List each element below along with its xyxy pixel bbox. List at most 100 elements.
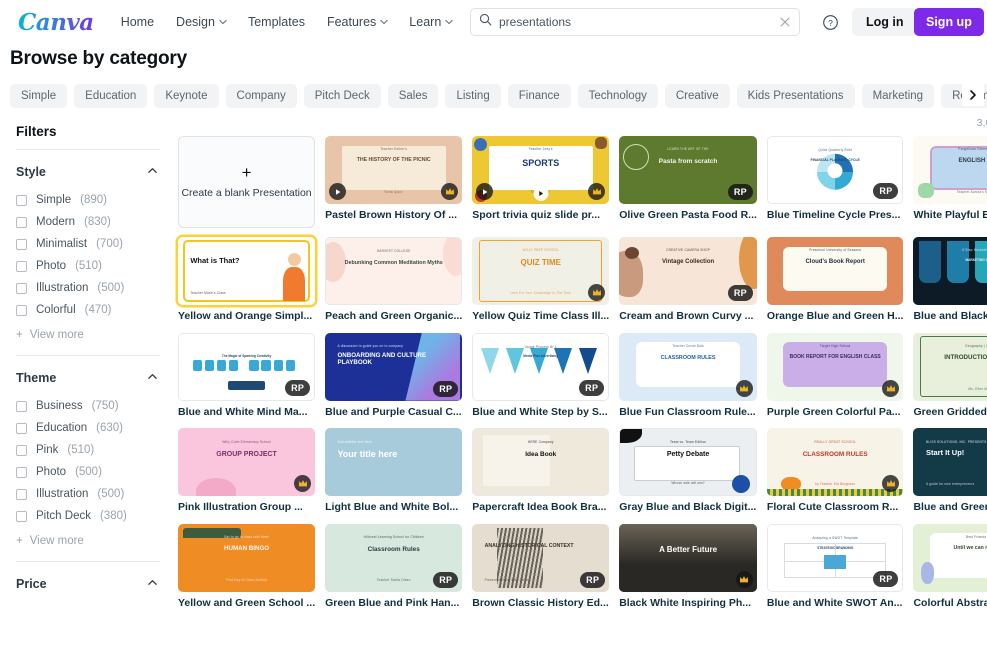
view-more-button[interactable]: +View more (0, 321, 176, 349)
filter-option[interactable]: Business(750) (0, 395, 176, 417)
template-card[interactable]: A discussion to guide you on to companyO… (325, 333, 462, 420)
nav-item-templates[interactable]: Templates (237, 9, 316, 35)
template-thumbnail[interactable]: Quick Quarterly BriefFINANCIAL PLANNING … (767, 136, 904, 204)
template-title[interactable]: Blue and Green Business ... (913, 501, 987, 515)
category-chip[interactable]: Technology (578, 84, 658, 108)
help-icon[interactable]: ? (818, 10, 842, 34)
template-thumbnail[interactable]: CREATIVE CAMERA SHOPVintage CollectionRP (619, 237, 757, 305)
template-title[interactable]: Green Blue and Pink Han... (325, 597, 462, 611)
template-thumbnail[interactable]: Get to go to class task time!HUMAN BINGO… (178, 524, 315, 592)
template-thumbnail[interactable]: Willy Cobb Elementary SchoolGROUP PROJEC… (178, 428, 315, 496)
category-chip[interactable]: Simple (10, 84, 67, 108)
template-thumbnail[interactable]: HERE CompanyIdea Book (472, 428, 609, 496)
checkbox[interactable] (16, 283, 27, 294)
canva-logo[interactable]: Canva (10, 9, 102, 36)
chevron-up-icon[interactable] (147, 575, 158, 593)
category-chip[interactable]: Pitch Deck (304, 84, 381, 108)
signup-button[interactable]: Sign up (914, 8, 984, 36)
template-card[interactable]: Willy Cobb Elementary SchoolGROUP PROJEC… (178, 428, 315, 515)
create-blank-presentation-button[interactable]: +Create a blank Presentation (178, 136, 315, 228)
template-card[interactable]: Pangelinan Elementary SchoolENGLISH CLAS… (913, 136, 987, 228)
filter-option[interactable]: Colorful(470) (0, 299, 176, 321)
template-card[interactable]: REALLY GREAT SCHOOLCLASSROOM RULESby Tea… (767, 428, 904, 515)
checkbox[interactable] (16, 239, 27, 250)
template-card[interactable]: 5 Step Marketing ProcessMARKETING SEMINA… (913, 237, 987, 324)
search-box[interactable] (470, 8, 800, 36)
category-chip[interactable]: Finance (508, 84, 571, 108)
template-card[interactable]: Hillcrest Learning School for ChildrenCl… (325, 524, 462, 611)
template-title[interactable]: Pastel Brown History Of ... (325, 209, 462, 223)
template-card[interactable]: Get to go to class task time!HUMAN BINGO… (178, 524, 315, 611)
template-title[interactable]: Yellow and Green School ... (178, 597, 315, 611)
template-title[interactable]: Brown Classic History Ed... (472, 597, 609, 611)
template-card[interactable]: Analyzing a SWOT TemplateSTRATEGIC BRAND… (767, 524, 904, 611)
category-chip-row[interactable]: SimpleEducationKeynoteCompanyPitch DeckS… (0, 70, 987, 112)
category-chip[interactable]: Sales (388, 84, 439, 108)
template-thumbnail[interactable]: Teacher Dorah BalkCLASSROOM RULES (619, 333, 757, 401)
template-title[interactable]: Yellow and Orange Simpl... (178, 310, 315, 324)
template-title[interactable]: Orange Blue and Green H... (767, 310, 904, 324)
template-card[interactable]: Geography | Grade 11INTRODUCTION TO MAPS… (913, 333, 987, 420)
template-title[interactable]: Peach and Green Organic... (325, 310, 462, 324)
nav-item-features[interactable]: Features (316, 9, 398, 35)
template-thumbnail[interactable]: Teacher Esther'sTHE HISTORY OF THE PICNI… (325, 136, 462, 204)
template-thumbnail[interactable]: Teacher Joey'sSPORTSTrivia Quiz ! (472, 136, 609, 204)
template-thumbnail[interactable]: A discussion to guide you on to companyO… (325, 333, 462, 401)
template-title[interactable]: Blue Timeline Cycle Pres... (767, 209, 904, 223)
template-title[interactable]: Pink Illustration Group ... (178, 501, 315, 515)
template-card[interactable]: Target High SchoolBOOK REPORT FOR ENGLIS… (767, 333, 904, 420)
template-thumbnail[interactable]: Pangelinan Elementary SchoolENGLISH CLAS… (913, 136, 987, 204)
template-title[interactable]: Light Blue and White Bol... (325, 501, 462, 515)
template-thumbnail[interactable]: ANALYZING HISTORICAL CONTEXTPresentation… (472, 524, 609, 592)
filter-option[interactable]: Illustration(500) (0, 277, 176, 299)
template-title[interactable]: Sport trivia quiz slide pr... (472, 209, 609, 223)
template-card[interactable]: Teacher Esther'sTHE HISTORY OF THE PICNI… (325, 136, 462, 228)
template-card[interactable]: Teacher Joey'sSPORTSTrivia Quiz ! Sport t… (472, 136, 609, 228)
template-title[interactable]: Green Gridded Geograp... (913, 406, 987, 420)
checkbox[interactable] (16, 305, 27, 316)
template-thumbnail[interactable]: A Better Future (619, 524, 757, 592)
play-icon[interactable] (329, 183, 346, 200)
filter-option[interactable]: Pink(510) (0, 439, 176, 461)
chevron-up-icon[interactable] (147, 163, 158, 181)
template-title[interactable]: Purple Green Colorful Pa... (767, 406, 904, 420)
template-thumbnail[interactable]: Add subtitle text hereYour title here (325, 428, 462, 496)
template-thumbnail[interactable]: WILLY PREP SCHOOLQUIZ TIMELet's Put Your… (472, 237, 609, 305)
nav-item-home[interactable]: Home (110, 9, 165, 35)
template-card[interactable]: Usage Process Nr 1Media Plan Advertising… (472, 333, 609, 420)
template-card[interactable]: Quick Quarterly BriefFINANCIAL PLANNING … (767, 136, 904, 228)
clear-search-icon[interactable] (779, 16, 791, 28)
template-card[interactable]: Add subtitle text hereYour title here Lig… (325, 428, 462, 515)
template-card[interactable]: Team vs. Team EditionPetty DebateWhose s… (619, 428, 757, 515)
filter-option[interactable]: Illustration(500) (0, 483, 176, 505)
chevron-up-icon[interactable] (147, 369, 158, 387)
template-card[interactable]: LEARN THE ART OF THEPasta from scratchRP… (619, 136, 757, 228)
nav-item-design[interactable]: Design (165, 9, 237, 35)
template-title[interactable]: Blue and White Mind Ma... (178, 406, 315, 420)
template-card[interactable]: Best Friends ForeverUntil we can meet ag… (913, 524, 987, 611)
filter-option[interactable]: Minimalist(700) (0, 233, 176, 255)
view-more-button[interactable]: +View more (0, 527, 176, 555)
template-title[interactable]: Papercraft Idea Book Bra... (472, 501, 609, 515)
template-card[interactable]: WILLY PREP SCHOOLQUIZ TIMELet's Put Your… (472, 237, 609, 324)
template-card[interactable]: HARVEST COLLEGEDebunking Common Meditati… (325, 237, 462, 324)
search-input[interactable] (499, 15, 772, 29)
template-thumbnail[interactable]: Hillcrest Learning School for ChildrenCl… (325, 524, 462, 592)
template-thumbnail[interactable]: BLISS SOLUTIONS, INC. PRESENTSStart It U… (913, 428, 987, 496)
category-chip[interactable]: Listing (445, 84, 500, 108)
template-thumbnail[interactable]: Best Friends ForeverUntil we can meet ag… (913, 524, 987, 592)
filter-section-header-style[interactable]: Style (0, 150, 176, 189)
filter-section-header-price[interactable]: Price (0, 562, 176, 601)
template-thumbnail[interactable]: Preschool University of SeasonsCloud's B… (767, 237, 904, 305)
template-thumbnail[interactable]: 5 Step Marketing ProcessMARKETING SEMINA… (913, 237, 987, 305)
template-title[interactable]: White Playful English Cla... (913, 209, 987, 223)
checkbox[interactable] (16, 195, 27, 206)
filter-option[interactable]: Pitch Deck(380) (0, 505, 176, 527)
play-preview-icon[interactable] (533, 186, 548, 201)
filter-option[interactable]: Photo(510) (0, 255, 176, 277)
checkbox[interactable] (16, 489, 27, 500)
template-thumbnail[interactable]: The Magic of Sparking CreativityRP (178, 333, 315, 401)
template-card[interactable]: BLISS SOLUTIONS, INC. PRESENTSStart It U… (913, 428, 987, 515)
template-card[interactable]: What is That?Teacher Marie's ClassYellow… (178, 237, 315, 324)
checkbox[interactable] (16, 423, 27, 434)
